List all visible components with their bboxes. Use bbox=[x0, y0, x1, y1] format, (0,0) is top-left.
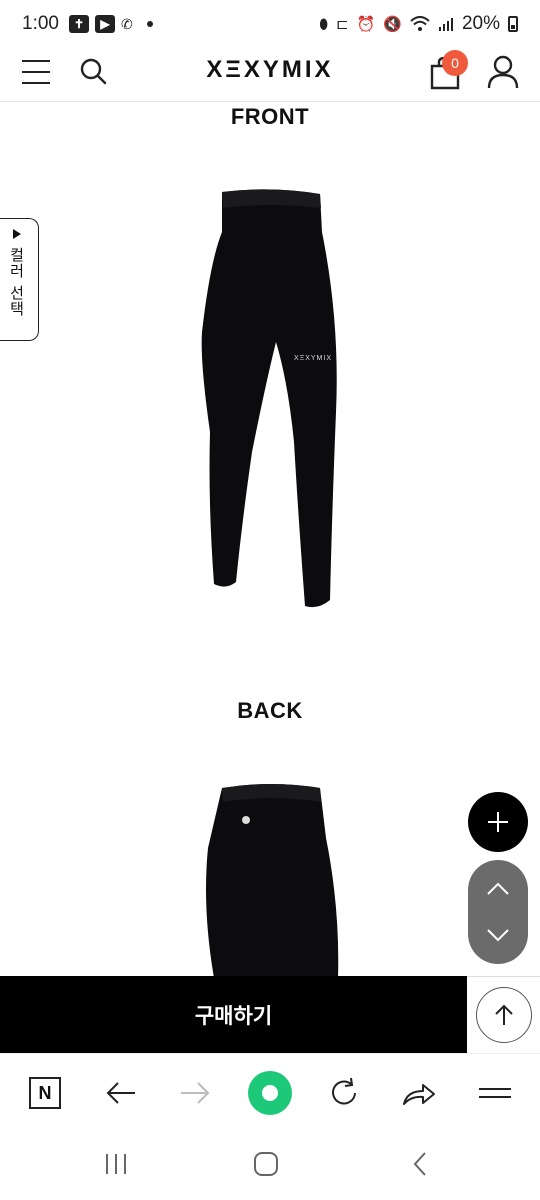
app-header: XΞXYMIX 0 bbox=[0, 48, 540, 102]
buy-bar: 구매하기 bbox=[0, 976, 540, 1053]
forward-button[interactable] bbox=[172, 1070, 218, 1116]
color-select-tab[interactable]: 컬러 선택 bbox=[0, 218, 39, 341]
wifi-call-icon: ✆ bbox=[120, 15, 133, 32]
recent-apps-button[interactable] bbox=[96, 1149, 136, 1179]
scroll-down-icon[interactable] bbox=[468, 920, 528, 950]
product-detail-content: FRONT XΞXYMIX BACK bbox=[0, 102, 540, 976]
back-chevron-icon bbox=[413, 1152, 426, 1176]
battery-percent: 20% bbox=[461, 13, 500, 34]
user-icon[interactable] bbox=[486, 54, 520, 90]
share-arrow-icon bbox=[403, 1084, 435, 1105]
alarm-icon: ⏰ bbox=[356, 16, 376, 33]
front-label: FRONT bbox=[230, 104, 310, 129]
browser-menu-button[interactable] bbox=[472, 1070, 518, 1116]
cart-count-badge: 0 bbox=[442, 50, 468, 76]
scroll-up-icon[interactable] bbox=[468, 874, 528, 904]
status-bar: 1:00 ✝ ▶ ✆ ⬮ ⊏ ⏰ 🔇 20% bbox=[0, 0, 540, 48]
mute-icon: 🔇 bbox=[383, 16, 402, 33]
floating-plus-button[interactable] bbox=[468, 792, 528, 852]
scroll-top-button[interactable] bbox=[467, 976, 540, 1053]
browser-toolbar: N bbox=[0, 1053, 540, 1131]
scroll-updown-control bbox=[468, 860, 528, 964]
recent-apps-icon bbox=[106, 1154, 126, 1174]
lock-icon: ⬮ bbox=[319, 15, 329, 32]
home-nav-button[interactable] bbox=[246, 1149, 286, 1179]
refresh-button[interactable] bbox=[321, 1070, 367, 1116]
wifi-icon bbox=[410, 16, 430, 31]
refresh-icon bbox=[332, 1077, 356, 1105]
share-button[interactable] bbox=[396, 1070, 442, 1116]
leggings-front-image: XΞXYMIX bbox=[201, 189, 337, 608]
back-nav-button[interactable] bbox=[400, 1149, 440, 1179]
arrow-right-icon bbox=[181, 1082, 210, 1104]
arrow-left-icon bbox=[106, 1082, 135, 1104]
cross-app-icon: ✝ bbox=[68, 15, 89, 33]
buy-button[interactable]: 구매하기 bbox=[0, 976, 467, 1053]
svg-text:XΞXYMIX: XΞXYMIX bbox=[294, 355, 332, 362]
n-icon: N bbox=[29, 1077, 61, 1109]
plus-icon bbox=[488, 812, 508, 832]
status-time: 1:00 bbox=[22, 13, 59, 34]
naver-n-button[interactable]: N bbox=[22, 1070, 68, 1116]
play-arrow-icon bbox=[13, 229, 21, 239]
color-select-label: 컬러 선택 bbox=[7, 247, 26, 317]
signal-icon bbox=[438, 18, 453, 31]
notification-dot-icon bbox=[146, 21, 153, 27]
arrow-up-icon bbox=[494, 1004, 513, 1025]
leggings-back-image bbox=[206, 784, 339, 976]
youtube-icon: ▶ bbox=[94, 15, 115, 33]
system-nav-bar bbox=[0, 1131, 540, 1200]
sleep-icon: ⊏ bbox=[336, 16, 349, 33]
battery-icon bbox=[508, 16, 518, 32]
home-button[interactable] bbox=[247, 1070, 293, 1116]
menu-lines-icon bbox=[479, 1088, 511, 1098]
back-button[interactable] bbox=[98, 1070, 144, 1116]
back-label: BACK bbox=[237, 698, 303, 723]
home-circle-icon bbox=[248, 1071, 292, 1115]
home-square-icon bbox=[254, 1152, 278, 1176]
